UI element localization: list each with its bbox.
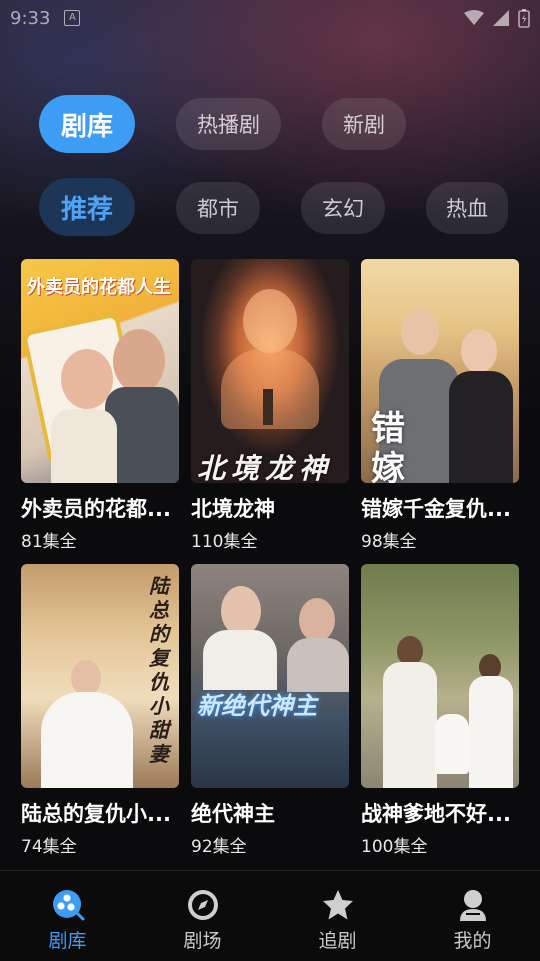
nav-label: 剧库 <box>48 930 87 952</box>
nav-profile[interactable]: 我的 <box>405 871 540 961</box>
library-icon <box>52 890 84 921</box>
drama-card[interactable]: 外卖员的花都人生 外卖员的花都... 81集全 <box>21 259 179 564</box>
star-icon <box>322 890 353 920</box>
nav-label: 剧场 <box>183 930 222 952</box>
poster-image <box>361 564 519 788</box>
nav-label: 我的 <box>453 930 492 952</box>
poster-title-text: 外卖员的花都人生 <box>27 277 171 298</box>
battery-icon <box>518 9 530 28</box>
drama-title: 错嫁千金复仇... <box>361 497 511 521</box>
poster-image: 外卖员的花都人生 <box>21 259 179 483</box>
wifi-icon <box>464 10 484 25</box>
compass-icon <box>187 890 218 920</box>
nav-theater[interactable]: 剧场 <box>135 871 270 961</box>
drama-title: 绝代神主 <box>191 802 275 826</box>
poster-image: 北境龙神 <box>191 259 349 483</box>
drama-title: 北境龙神 <box>191 497 275 521</box>
profile-icon <box>459 890 486 921</box>
poster-title-text: 新绝代神主 <box>197 692 317 720</box>
signal-icon <box>493 10 509 26</box>
drama-card[interactable]: 新绝代神主 绝代神主 92集全 <box>191 564 349 869</box>
category-action[interactable]: 热血 <box>426 182 508 234</box>
poster-title-text: 错嫁 <box>371 409 405 483</box>
category-recommend[interactable]: 推荐 <box>39 178 135 236</box>
drama-title: 陆总的复仇小... <box>21 802 171 826</box>
poster-image: 新绝代神主 <box>191 564 349 788</box>
poster-image: 陆总的复仇小甜妻 <box>21 564 179 788</box>
nav-following[interactable]: 追剧 <box>270 871 405 961</box>
episode-count: 92集全 <box>191 837 247 857</box>
status-bar: 9:33 A <box>0 0 540 36</box>
drama-card[interactable]: 战神爹地不好... 100集全 <box>361 564 519 869</box>
bottom-nav: 剧库 剧场 追剧 我的 <box>0 870 540 961</box>
drama-card[interactable]: 陆总的复仇小甜妻 陆总的复仇小... 74集全 <box>21 564 179 869</box>
drama-title: 战神爹地不好... <box>361 802 511 826</box>
category-fantasy[interactable]: 玄幻 <box>301 182 385 234</box>
nav-label: 追剧 <box>318 930 357 952</box>
drama-title: 外卖员的花都... <box>21 497 171 521</box>
episode-count: 110集全 <box>191 532 258 552</box>
episode-count: 100集全 <box>361 837 428 857</box>
episode-count: 81集全 <box>21 532 77 552</box>
tab-hot[interactable]: 热播剧 <box>176 98 281 150</box>
drama-card[interactable]: 北境龙神 北境龙神 110集全 <box>191 259 349 564</box>
category-urban[interactable]: 都市 <box>176 182 260 234</box>
nav-library[interactable]: 剧库 <box>0 871 135 961</box>
episode-count: 74集全 <box>21 837 77 857</box>
notification-icon: A <box>64 10 81 26</box>
tab-new[interactable]: 新剧 <box>322 98 406 150</box>
poster-title-text: 陆总的复仇小甜妻 <box>149 574 169 766</box>
tab-library[interactable]: 剧库 <box>39 95 135 153</box>
status-icons <box>464 8 530 28</box>
drama-grid: 外卖员的花都人生 外卖员的花都... 81集全 北境龙神 北境龙神 110集全 … <box>21 259 521 869</box>
drama-card[interactable]: 错嫁 错嫁千金复仇... 98集全 <box>361 259 519 564</box>
poster-image: 错嫁 <box>361 259 519 483</box>
episode-count: 98集全 <box>361 532 417 552</box>
status-time: 9:33 <box>10 7 51 29</box>
poster-title-text: 北境龙神 <box>197 452 334 483</box>
